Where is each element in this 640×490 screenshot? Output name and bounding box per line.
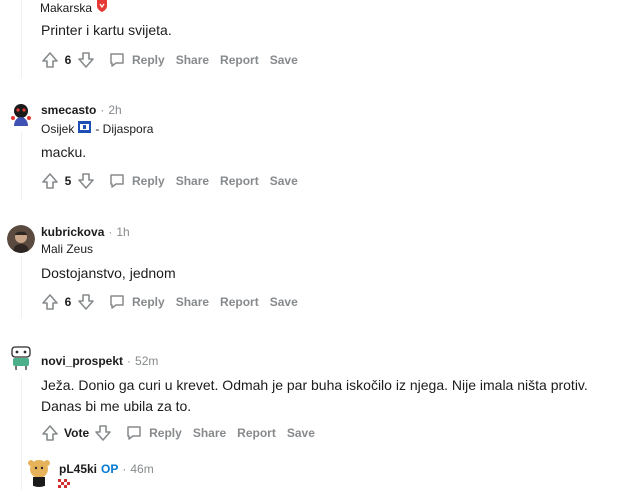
reply-icon xyxy=(127,426,141,440)
comment-header: smecasto · 2h xyxy=(41,103,122,117)
timestamp[interactable]: 46m xyxy=(130,462,153,476)
timestamp[interactable]: 1h xyxy=(116,225,129,239)
save-button[interactable]: Save xyxy=(270,53,298,67)
user-flair: Mali Zeus xyxy=(41,242,93,256)
username[interactable]: kubrickova xyxy=(41,225,104,239)
downvote-icon[interactable] xyxy=(76,171,96,191)
user-flair: Makarska xyxy=(40,0,112,15)
comment-body: Ježa. Donio ga curi u krevet. Odmah je p… xyxy=(41,377,588,414)
vote-score: 6 xyxy=(64,295,72,309)
osijek-flair-icon xyxy=(78,121,92,136)
username[interactable]: novi_prospekt xyxy=(41,354,123,368)
reply-button[interactable]: Reply xyxy=(108,172,165,190)
flair-text: Makarska xyxy=(40,0,93,15)
timestamp[interactable]: 2h xyxy=(108,103,121,117)
vote-label: Vote xyxy=(64,426,90,440)
username[interactable]: smecasto xyxy=(41,103,96,117)
reply-label: Reply xyxy=(132,53,165,67)
thread-line[interactable] xyxy=(21,378,22,490)
comment-header: novi_prospekt · 52m xyxy=(41,354,158,368)
comment-actions: Vote Reply Share Report Save xyxy=(40,421,315,445)
vote-score: 5 xyxy=(64,174,72,188)
save-button[interactable]: Save xyxy=(270,295,298,309)
comment-actions: 5 Reply Share Report Save xyxy=(40,169,298,193)
upvote-icon[interactable] xyxy=(40,171,60,191)
report-button[interactable]: Report xyxy=(220,53,259,67)
separator-dot: · xyxy=(122,462,127,476)
avatar[interactable] xyxy=(7,225,35,253)
downvote-icon[interactable] xyxy=(93,423,113,443)
thread-line[interactable] xyxy=(21,132,22,200)
op-badge: OP xyxy=(101,462,119,476)
comment-body: Dostojanstvo, jednom xyxy=(41,265,176,281)
save-button[interactable]: Save xyxy=(270,174,298,188)
upvote-icon[interactable] xyxy=(40,50,60,70)
comment-body: macku. xyxy=(41,144,87,160)
reply-icon xyxy=(110,53,124,67)
upvote-icon[interactable] xyxy=(40,423,60,443)
reply-button[interactable]: Reply xyxy=(125,424,182,442)
report-button[interactable]: Report xyxy=(220,295,259,309)
comment-body: Printer i kartu svijeta. xyxy=(41,22,172,38)
timestamp[interactable]: 52m xyxy=(135,354,158,368)
upvote-icon[interactable] xyxy=(40,292,60,312)
reply-button[interactable]: Reply xyxy=(108,293,165,311)
flair-text: Mali Zeus xyxy=(41,242,94,256)
comment-header: kubrickova · 1h xyxy=(41,225,130,239)
reply-label: Reply xyxy=(132,174,165,188)
separator-dot: · xyxy=(100,103,105,117)
comment-header: pL45ki OP · 46m xyxy=(59,462,154,476)
reply-label: Reply xyxy=(132,295,165,309)
croatia-flair-icon xyxy=(58,479,70,490)
separator-dot: · xyxy=(108,225,113,239)
vote-score: 6 xyxy=(64,53,72,67)
reply-button[interactable]: Reply xyxy=(108,51,165,69)
reply-label: Reply xyxy=(149,426,182,440)
user-flair xyxy=(58,479,70,490)
comment-actions: 6 Reply Share Report Save xyxy=(40,290,298,314)
share-button[interactable]: Share xyxy=(176,295,209,309)
flair-extra-text: - Dijaspora xyxy=(95,121,154,136)
reply-icon xyxy=(110,174,124,188)
save-button[interactable]: Save xyxy=(287,426,315,440)
thread-line[interactable] xyxy=(21,0,22,78)
flair-text: Osijek xyxy=(41,121,75,136)
separator-dot: · xyxy=(127,354,132,368)
comment-actions: 6 Reply Share Report Save xyxy=(40,48,298,72)
thread-line[interactable] xyxy=(21,256,22,318)
report-button[interactable]: Report xyxy=(237,426,276,440)
share-button[interactable]: Share xyxy=(176,53,209,67)
report-button[interactable]: Report xyxy=(220,174,259,188)
avatar[interactable] xyxy=(7,343,35,371)
share-button[interactable]: Share xyxy=(176,174,209,188)
avatar[interactable] xyxy=(24,457,54,487)
reply-icon xyxy=(110,295,124,309)
makarska-flair-icon xyxy=(96,0,108,15)
downvote-icon[interactable] xyxy=(76,50,96,70)
username[interactable]: pL45ki xyxy=(59,462,97,476)
share-button[interactable]: Share xyxy=(193,426,226,440)
downvote-icon[interactable] xyxy=(76,292,96,312)
user-flair: Osijek - Dijaspora xyxy=(41,121,153,136)
avatar[interactable] xyxy=(7,100,35,128)
